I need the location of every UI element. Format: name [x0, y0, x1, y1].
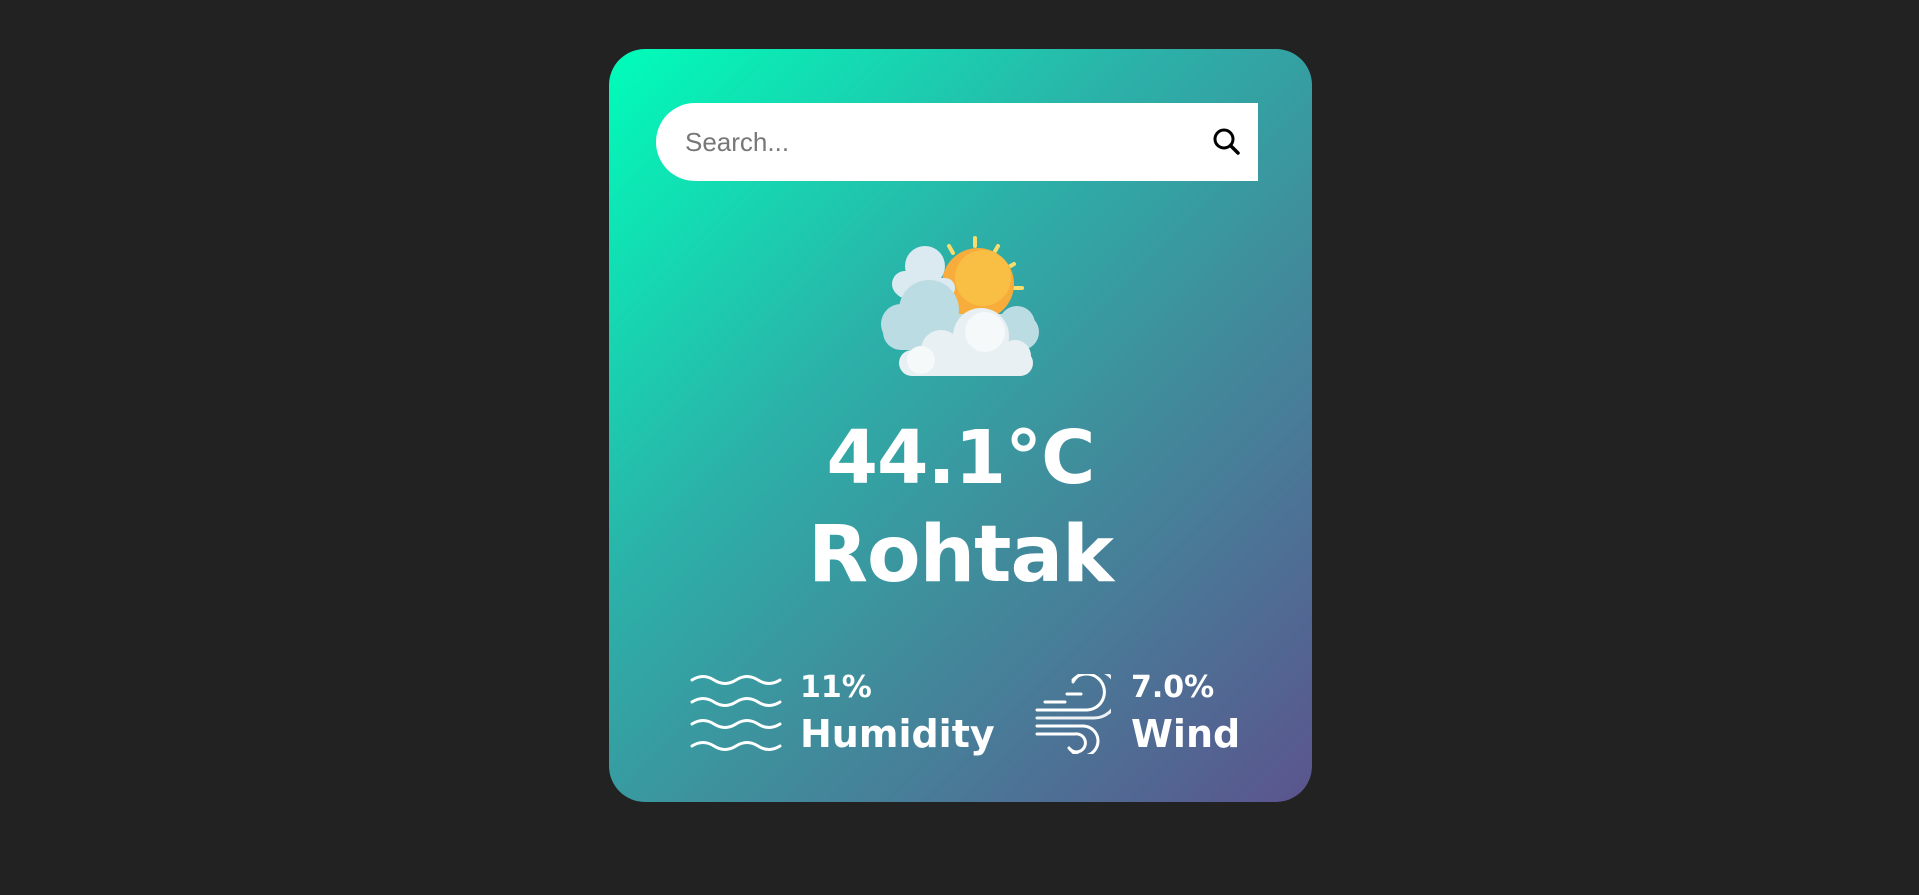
- wind-stat: 7.0% Wind: [1035, 660, 1265, 760]
- search-icon: [1213, 128, 1240, 155]
- wind-icon: [1035, 674, 1111, 754]
- wind-label: Wind: [1131, 712, 1241, 756]
- humidity-stat: 11% Humidity: [690, 660, 995, 760]
- humidity-label: Humidity: [800, 712, 995, 756]
- humidity-value: 11%: [800, 670, 872, 705]
- partly-cloudy-icon: [881, 236, 1039, 376]
- weather-card: 44.1°C Rohtak 11% Humidity 7.0% W: [609, 49, 1312, 802]
- search-input[interactable]: [683, 111, 1187, 173]
- temperature: 44.1°C: [826, 415, 1096, 501]
- search-bar: [656, 103, 1258, 181]
- humidity-waves-icon: [690, 675, 782, 751]
- search-button[interactable]: [1210, 125, 1244, 159]
- city-name: Rohtak: [808, 510, 1114, 600]
- wind-value: 7.0%: [1131, 670, 1215, 705]
